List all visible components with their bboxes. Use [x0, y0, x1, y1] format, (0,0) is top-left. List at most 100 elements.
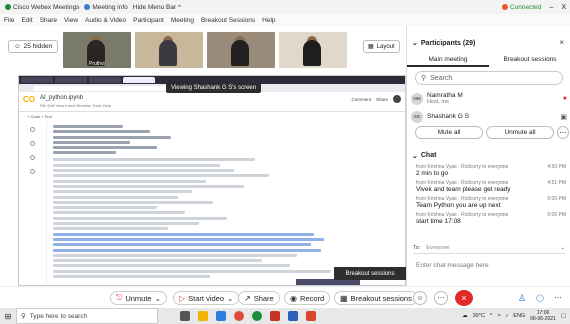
participants-icon[interactable]: ♙ — [515, 291, 529, 305]
chat-text: Team Python you are up next — [416, 202, 501, 209]
notebook-header: CO AI_python.ipynb File Edit View Insert… — [19, 92, 405, 112]
participant-name: Namratha M — [427, 92, 463, 99]
notebook-comment: Comment — [351, 96, 371, 102]
record-button[interactable]: ◉ Record — [284, 291, 331, 305]
participant-body — [303, 40, 321, 66]
share-button[interactable]: ↗ Share — [238, 291, 280, 305]
muted-mic-icon: ⎋ — [116, 293, 123, 302]
menu-breakout-sessions[interactable]: Breakout Sessions — [201, 17, 255, 24]
close-button[interactable]: X — [561, 4, 566, 11]
participant-body — [159, 40, 177, 66]
network-icon[interactable]: ≈ — [498, 313, 501, 319]
clock[interactable]: 17:06 06-06-2021 — [530, 310, 556, 322]
webex-logo-icon — [5, 4, 11, 10]
chat-icon[interactable]: ◯ — [533, 291, 547, 305]
volume-icon[interactable]: ♪ — [506, 313, 509, 319]
menu-edit[interactable]: Edit — [21, 17, 32, 24]
menu-file[interactable]: File — [4, 17, 14, 24]
chat-header[interactable]: ⌄ Chat — [412, 152, 436, 160]
leave-meeting-button[interactable]: × — [455, 290, 473, 306]
code-line — [53, 179, 207, 183]
notebook-share: Share — [375, 96, 388, 102]
powerpoint-icon[interactable] — [306, 311, 316, 321]
chat-time: 4:51 PM — [547, 180, 566, 186]
unmute-button[interactable]: ⎋ Unmute ⌄ — [110, 291, 167, 305]
code-line — [53, 146, 158, 150]
breakout-sessions-button[interactable]: ▦ Breakout sessions — [334, 291, 418, 305]
record-icon: ◉ — [290, 293, 297, 303]
edge-icon[interactable] — [216, 311, 226, 321]
chat-message: from Krishna Vyas · Rollcorry to everyon… — [416, 180, 566, 194]
start-video-button[interactable]: ▷ Start video ⌄ — [173, 291, 240, 305]
task-view-icon[interactable] — [180, 311, 190, 321]
file-explorer-icon[interactable] — [198, 311, 208, 321]
thumbnail-name: Pruthvi — [89, 61, 105, 67]
menu-help[interactable]: Help — [262, 17, 275, 24]
meeting-controls: ⎋ Unmute ⌄ ▷ Start video ⌄ ↗ Share ◉ Rec… — [0, 286, 570, 308]
more-options-icon[interactable]: ⋯ — [434, 291, 448, 305]
tab-main-meeting[interactable]: Main meeting — [407, 54, 489, 67]
acrobat-icon[interactable] — [270, 311, 280, 321]
recipient-select[interactable]: Everyone — [426, 245, 449, 251]
taskbar-search-input[interactable]: ⚲ Type here to search — [16, 308, 158, 324]
tab-breakout-sessions[interactable]: Breakout sessions — [489, 54, 570, 67]
participant-name: Shashank G S — [427, 113, 469, 120]
participants-tabs: Main meeting Breakout sessions — [407, 54, 570, 67]
breakout-sessions-label[interactable]: Breakout sessions — [334, 267, 406, 280]
code-line — [53, 259, 262, 263]
shared-screen[interactable]: CO AI_python.ipynb File Edit View Insert… — [18, 75, 406, 286]
participant-row[interactable]: SG Shashank G S ▣ — [411, 108, 567, 125]
code-line — [53, 184, 245, 188]
people-icon: ☺ — [14, 43, 21, 50]
muted-mic-icon[interactable]: ● — [563, 95, 567, 102]
menu-audio-video[interactable]: Audio & Video — [85, 17, 126, 24]
mute-all-button[interactable]: Mute all — [415, 126, 483, 139]
chevron-down-icon: ⌄ — [154, 293, 161, 303]
code-line — [53, 222, 200, 226]
menu-share[interactable]: Share — [40, 17, 57, 24]
meeting-info-button[interactable]: Meeting info — [84, 4, 128, 11]
notification-icon[interactable]: ▢ — [561, 313, 566, 319]
video-thumbnail[interactable] — [207, 32, 275, 68]
windows-start-icon[interactable]: ⊞ — [0, 308, 16, 324]
participants-header[interactable]: ⌄ Participants (29) — [412, 39, 475, 48]
search-icon: ⚲ — [421, 75, 427, 82]
weather-icon[interactable]: ☁ — [462, 313, 468, 319]
windows-taskbar: ⊞ ⚲ Type here to search ☁ 30°C ^ ≈ ♪ ENG… — [0, 308, 570, 324]
language-indicator[interactable]: ENG — [513, 313, 525, 319]
participants-search-input[interactable]: ⚲ Search — [415, 71, 563, 85]
code-line — [53, 200, 214, 204]
menu-participant[interactable]: Participant — [133, 17, 164, 24]
reactions-icon[interactable]: ☺ — [413, 291, 427, 305]
chevron-down-icon[interactable]: ⌄ — [560, 245, 565, 251]
menu-view[interactable]: View — [64, 17, 78, 24]
code-line — [53, 253, 297, 257]
connection-status[interactable]: Connected — [501, 4, 541, 11]
video-thumbnail[interactable]: Pruthvi — [63, 32, 131, 68]
more-options-icon[interactable]: ⋯ — [557, 126, 569, 139]
webex-icon[interactable] — [252, 311, 262, 321]
weather-temp: 30°C — [472, 313, 485, 319]
video-thumbnail[interactable] — [135, 32, 203, 68]
share-screen-icon: ▣ — [560, 113, 567, 121]
word-icon[interactable] — [288, 311, 298, 321]
chat-input[interactable]: Enter chat message here — [416, 262, 489, 269]
layout-button[interactable]: ▦ Layout — [363, 40, 400, 53]
video-thumbnail[interactable] — [279, 32, 347, 68]
menu-meeting[interactable]: Meeting — [171, 17, 194, 24]
code-line — [53, 269, 332, 273]
hide-menu-bar-button[interactable]: Hide Menu Bar ^ — [133, 4, 181, 11]
minimize-button[interactable]: – — [549, 4, 553, 11]
code-line — [53, 248, 321, 252]
unmute-all-button[interactable]: Unmute all — [486, 126, 554, 139]
code-line — [53, 174, 269, 178]
hidden-participants-button[interactable]: ☺ 25 hidden — [8, 40, 59, 53]
code-line — [53, 151, 116, 155]
tray-chevron-icon[interactable]: ^ — [490, 313, 493, 319]
code-line — [53, 243, 311, 247]
close-icon[interactable]: × — [559, 38, 564, 47]
more-options-icon[interactable]: ⋯ — [551, 291, 565, 305]
chat-message: from Krishna Vyas · Rollcorry to everyon… — [416, 212, 566, 226]
chrome-icon[interactable] — [234, 311, 244, 321]
participant-row[interactable]: NM Namratha M Host, me ● — [411, 90, 567, 107]
